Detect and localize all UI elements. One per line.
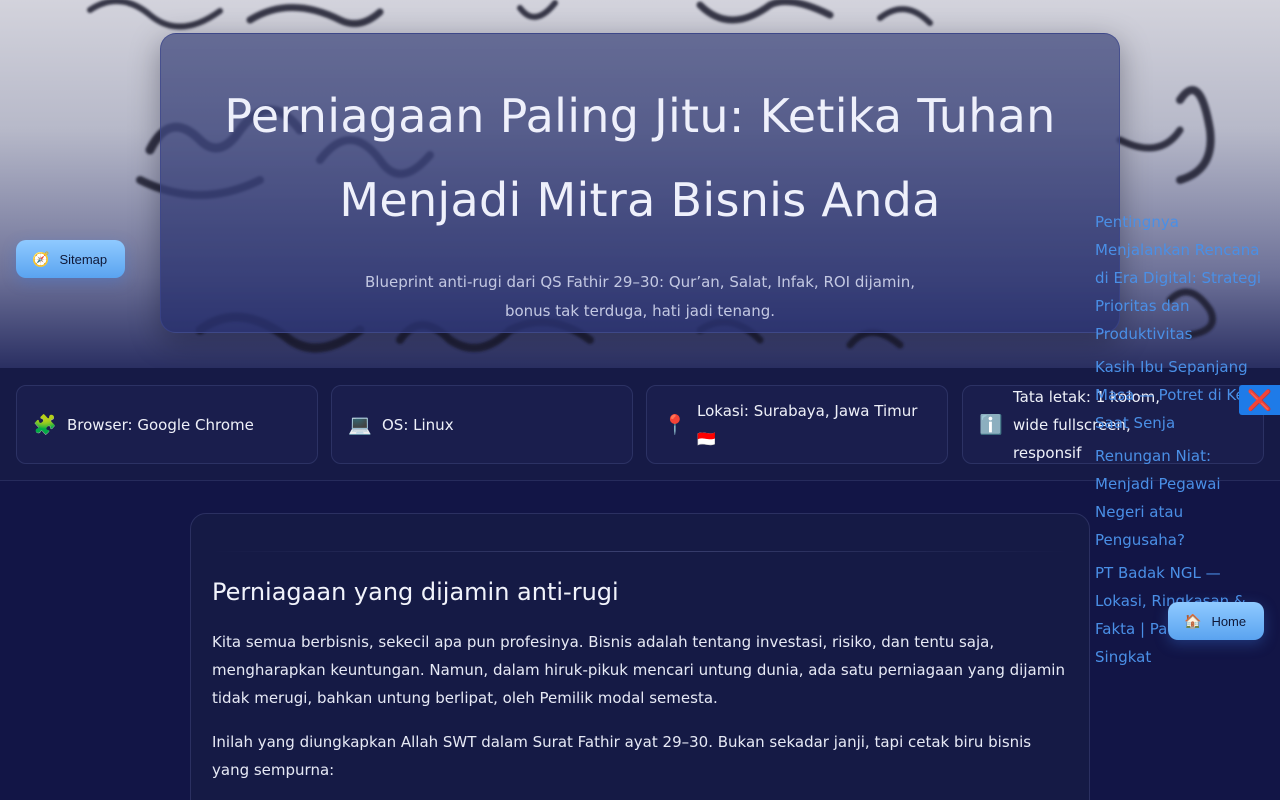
related-link[interactable]: Renungan Niat: Menjadi Pegawai Negeri at… xyxy=(1095,442,1273,554)
info-icon: ℹ️ xyxy=(979,414,1003,436)
hero-section: Perniagaan Paling Jitu: Ketika Tuhan Men… xyxy=(0,0,1280,368)
close-icon: ❌ xyxy=(1247,388,1272,412)
article-paragraph: Kita semua berbisnis, sekecil apa pun pr… xyxy=(212,633,1065,707)
page-title: Perniagaan Paling Jitu: Ketika Tuhan Men… xyxy=(224,89,1056,227)
sitemap-button[interactable]: 🧭 Sitemap xyxy=(16,240,125,278)
article-heading: Perniagaan yang dijamin anti-rugi xyxy=(212,578,619,606)
divider xyxy=(212,551,1068,552)
related-link[interactable]: Pentingnya Menjalankan Rencana di Era Di… xyxy=(1095,208,1273,348)
info-card-location: 📍 Lokasi: Surabaya, Jawa Timur 🇮🇩 xyxy=(646,385,948,464)
close-related-button[interactable]: ❌ xyxy=(1239,385,1280,415)
article-card: Perniagaan yang dijamin anti-rugi Kita s… xyxy=(190,513,1090,800)
hero-card: Perniagaan Paling Jitu: Ketika Tuhan Men… xyxy=(160,33,1120,333)
article-paragraph: Inilah yang diungkapkan Allah SWT dalam … xyxy=(212,733,1032,779)
info-card-text: OS: Linux xyxy=(382,415,454,434)
sitemap-button-label: Sitemap xyxy=(59,251,108,267)
device-info-strip: 🧩 Browser: Google Chrome 💻 OS: Linux 📍 L… xyxy=(0,368,1280,481)
info-card-text: Browser: Google Chrome xyxy=(67,415,254,434)
home-icon: 🏠 xyxy=(1184,612,1202,629)
location-pin-icon: 📍 xyxy=(663,414,687,436)
info-card-os: 💻 OS: Linux xyxy=(331,385,633,464)
home-button-label: Home xyxy=(1211,613,1247,629)
info-card-text: Lokasi: Surabaya, Jawa Timur 🇮🇩 xyxy=(697,401,918,448)
info-card-browser: 🧩 Browser: Google Chrome xyxy=(16,385,318,464)
home-button[interactable]: 🏠 Home xyxy=(1168,602,1264,640)
laptop-icon: 💻 xyxy=(348,414,372,436)
puzzle-icon: 🧩 xyxy=(33,414,57,436)
page-subtitle: Blueprint anti-rugi dari QS Fathir 29–30… xyxy=(365,273,915,320)
compass-icon: 🧭 xyxy=(32,250,50,267)
